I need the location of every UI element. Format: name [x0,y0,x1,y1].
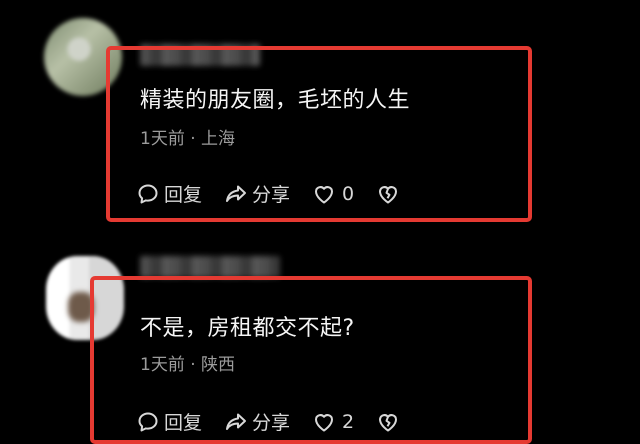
like-count: 2 [342,410,355,433]
avatar[interactable] [44,18,122,96]
comment-item: 精装的朋友圈，毛坯的人生 1天前 · 上海 回复 分享 0 [0,0,640,226]
heart-icon [315,185,334,203]
comment-item: 不是，房租都交不起? 1天前 · 陕西 回复 分享 2 [0,236,640,444]
broken-heart-icon [379,413,398,431]
speech-bubble-icon [138,412,158,431]
speech-bubble-icon [138,184,158,203]
username-blurred[interactable] [140,256,280,278]
like-count: 0 [342,182,355,205]
dislike-button[interactable] [376,410,404,434]
comment-meta: 1天前 · 陕西 [140,355,236,375]
share-arrow-icon [226,185,247,202]
comment-actions: 回复 分享 0 [136,180,426,207]
reply-button[interactable]: 回复 [136,408,202,435]
username-blurred[interactable] [140,44,260,66]
like-button[interactable]: 2 [312,410,354,434]
share-label: 分享 [252,412,291,434]
share-button[interactable]: 分享 [224,180,290,207]
comment-actions: 回复 分享 2 [136,408,426,435]
comment-text: 不是，房租都交不起? [140,316,355,341]
reply-label: 回复 [164,412,203,434]
comment-meta: 1天前 · 上海 [140,129,236,149]
avatar[interactable] [46,256,124,340]
share-button[interactable]: 分享 [224,408,290,435]
reply-button[interactable]: 回复 [136,180,202,207]
share-arrow-icon [226,413,247,430]
dislike-button[interactable] [376,182,404,206]
share-label: 分享 [252,184,291,206]
like-button[interactable]: 0 [312,182,354,206]
broken-heart-icon [379,185,398,203]
comment-text: 精装的朋友圈，毛坯的人生 [140,88,411,113]
heart-icon [315,413,334,431]
reply-label: 回复 [164,184,203,206]
